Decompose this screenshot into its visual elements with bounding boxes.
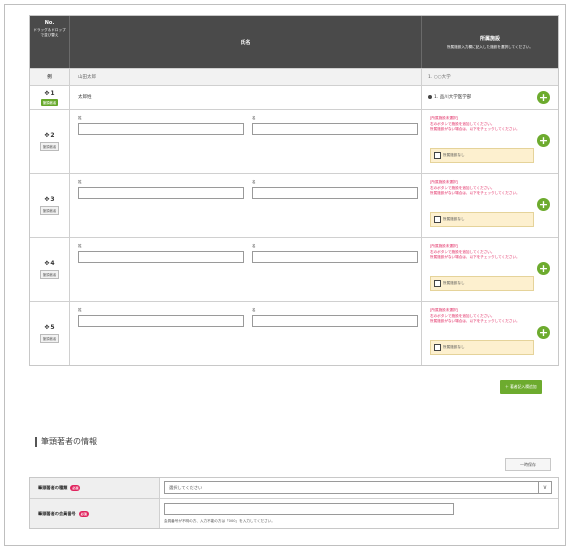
- affiliation-warning: [所属施設未選択] 右のボタンで施設を追加してください。 所属施設がない場合は、…: [430, 244, 520, 260]
- table-header: No. ドラッグ＆ドロップで並び替え 氏名 所属施設 所属施設入力欄に記入した施…: [30, 16, 558, 68]
- no-affiliation-checkbox[interactable]: [434, 152, 441, 159]
- first-name-label: 名: [252, 116, 256, 120]
- no-affiliation-label: 所属施設なし: [443, 217, 465, 221]
- example-affiliation: 1. ○○大学: [428, 75, 451, 80]
- no-affiliation-box: 所属施設なし: [430, 276, 534, 291]
- first-author-info-table: 筆頭著者の種類 必須 選択してください ∨ 筆頭著者の会員番号 必須 会員番号が…: [29, 477, 559, 529]
- header-name: 氏名: [70, 16, 422, 68]
- author-row-1: ✥1 筆頭著者 太郎姓 1. 品川大学医学部 +: [30, 85, 558, 109]
- affiliation-warning: [所属施設未選択] 右のボタンで施設を追加してください。 所属施設がない場合は、…: [430, 116, 520, 132]
- drag-handle[interactable]: ✥3: [44, 196, 54, 203]
- drag-handle-icon: ✥: [44, 260, 50, 267]
- header-no-sub: ドラッグ＆ドロップで並び替え: [33, 28, 66, 37]
- no-affiliation-checkbox[interactable]: [434, 344, 441, 351]
- row-number: 5: [50, 324, 55, 331]
- example-row: 例 山田太郎 1. ○○大学: [30, 68, 558, 85]
- author-name: 太郎姓: [70, 86, 422, 109]
- author-row-2: ✥2 筆頭著者 姓 名 [所属施設未選択] 右のボタンで施設を追加してください。…: [30, 109, 558, 173]
- add-affiliation-button[interactable]: +: [537, 134, 550, 147]
- example-no: 例: [30, 69, 70, 85]
- section-title: 筆頭著者の情報: [35, 437, 97, 447]
- first-author-badge[interactable]: 筆頭著者: [40, 98, 59, 106]
- last-name-input[interactable]: [78, 251, 244, 263]
- no-affiliation-box: 所属施設なし: [430, 212, 534, 227]
- add-author-button[interactable]: ＋ 著者記入欄追加: [500, 380, 542, 394]
- chevron-down-icon: ∨: [538, 482, 551, 493]
- author-row-3: ✥3 筆頭著者 姓 名 [所属施設未選択] 右のボタンで施設を追加してください。…: [30, 173, 558, 237]
- row-number: 4: [50, 260, 55, 267]
- drag-handle-icon: ✥: [44, 324, 50, 331]
- author-table: No. ドラッグ＆ドロップで並び替え 氏名 所属施設 所属施設入力欄に記入した施…: [29, 15, 559, 366]
- last-name-label: 姓: [78, 244, 82, 248]
- header-affiliation-sub: 所属施設入力欄に記入した施設を選択してください。: [446, 44, 534, 49]
- required-badge: 必須: [70, 485, 81, 491]
- temp-save-button[interactable]: 一時保存: [505, 458, 551, 471]
- last-name-input[interactable]: [78, 315, 244, 327]
- author-type-value: 選択してください: [169, 484, 203, 490]
- row-number: 1: [50, 89, 55, 97]
- drag-handle-icon: ✥: [44, 196, 50, 203]
- first-name-label: 名: [252, 180, 256, 184]
- affiliation-warning: [所属施設未選択] 右のボタンで施設を追加してください。 所属施設がない場合は、…: [430, 308, 520, 324]
- author-type-label: 筆頭著者の種類: [38, 485, 68, 490]
- drag-handle-icon: ✥: [44, 89, 50, 97]
- add-affiliation-button[interactable]: +: [537, 326, 550, 339]
- last-name-input[interactable]: [78, 187, 244, 199]
- header-affiliation: 所属施設: [479, 35, 500, 42]
- last-name-input[interactable]: [78, 123, 244, 135]
- selected-affiliation: 1. 品川大学医学部: [434, 95, 472, 100]
- drag-handle[interactable]: ✥2: [44, 132, 54, 139]
- required-badge: 必須: [78, 510, 89, 517]
- first-name-input[interactable]: [252, 187, 418, 199]
- last-name-label: 姓: [78, 180, 82, 184]
- radio-selected-icon[interactable]: [428, 95, 432, 99]
- page-frame: No. ドラッグ＆ドロップで並び替え 氏名 所属施設 所属施設入力欄に記入した施…: [4, 4, 566, 546]
- header-no: No.: [44, 20, 55, 26]
- first-author-toggle[interactable]: 筆頭著者: [39, 206, 60, 215]
- drag-handle[interactable]: ✥1: [44, 90, 54, 97]
- add-affiliation-button[interactable]: +: [537, 262, 550, 275]
- add-affiliation-button[interactable]: +: [537, 91, 550, 104]
- member-number-input[interactable]: [164, 503, 454, 515]
- member-number-label: 筆頭著者の会員番号: [38, 510, 76, 516]
- first-name-input[interactable]: [252, 123, 418, 135]
- row-number: 3: [50, 196, 55, 203]
- member-number-row: 筆頭著者の会員番号 必須 会員番号が不明の方、入力不能の方は「000」を入力して…: [30, 498, 558, 528]
- first-author-toggle[interactable]: 筆頭著者: [39, 334, 60, 343]
- no-affiliation-checkbox[interactable]: [434, 280, 441, 287]
- author-row-5: ✥5 筆頭著者 姓 名 [所属施設未選択] 右のボタンで施設を追加してください。…: [30, 301, 558, 365]
- add-affiliation-button[interactable]: +: [537, 198, 550, 211]
- first-name-label: 名: [252, 308, 256, 312]
- author-type-select[interactable]: 選択してください ∨: [164, 481, 552, 494]
- no-affiliation-label: 所属施設なし: [443, 345, 465, 349]
- no-affiliation-label: 所属施設なし: [443, 153, 465, 157]
- affiliation-warning: [所属施設未選択] 右のボタンで施設を追加してください。 所属施設がない場合は、…: [430, 180, 520, 196]
- row-number: 2: [50, 132, 55, 139]
- example-name: 山田太郎: [70, 69, 422, 85]
- no-affiliation-box: 所属施設なし: [430, 148, 534, 163]
- drag-handle[interactable]: ✥5: [44, 324, 54, 331]
- first-name-input[interactable]: [252, 251, 418, 263]
- author-row-4: ✥4 筆頭著者 姓 名 [所属施設未選択] 右のボタンで施設を追加してください。…: [30, 237, 558, 301]
- first-name-input[interactable]: [252, 315, 418, 327]
- first-author-toggle[interactable]: 筆頭著者: [39, 142, 60, 151]
- last-name-label: 姓: [78, 116, 82, 120]
- first-name-label: 名: [252, 244, 256, 248]
- member-number-hint: 会員番号が不明の方、入力不能の方は「000」を入力してください。: [164, 519, 275, 523]
- author-type-row: 筆頭著者の種類 必須 選択してください ∨: [30, 478, 558, 498]
- first-author-toggle[interactable]: 筆頭著者: [39, 270, 60, 279]
- drag-handle[interactable]: ✥4: [44, 260, 54, 267]
- no-affiliation-label: 所属施設なし: [443, 281, 465, 285]
- no-affiliation-checkbox[interactable]: [434, 216, 441, 223]
- no-affiliation-box: 所属施設なし: [430, 340, 534, 355]
- last-name-label: 姓: [78, 308, 82, 312]
- drag-handle-icon: ✥: [44, 132, 50, 139]
